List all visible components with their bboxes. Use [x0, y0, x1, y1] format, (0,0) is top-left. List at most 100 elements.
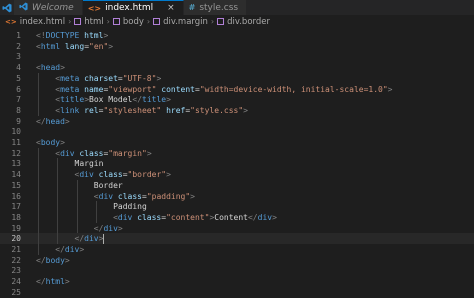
code-line[interactable]: 17 Padding — [0, 201, 474, 213]
code-token: Box Model — [89, 95, 133, 105]
line-number: 17 — [11, 202, 21, 212]
line-number: 10 — [11, 127, 21, 137]
code-line[interactable]: 19 </div> — [0, 222, 474, 234]
code-token: </ — [36, 255, 46, 265]
code-token: class — [93, 170, 123, 180]
code-token: </ — [93, 223, 104, 233]
code-token: > — [146, 148, 152, 158]
code-line[interactable]: 2 <html lang="en"> — [0, 41, 474, 52]
vscode-icon — [19, 2, 28, 13]
code-token: "width=device-width, initial-scale=1.0" — [199, 84, 388, 94]
code-line[interactable]: 14 <div class="border"> — [0, 169, 474, 181]
code-text: <link rel="stylesheet" href="style.css"> — [36, 105, 248, 116]
code-token: div — [257, 212, 273, 222]
code-token: > — [60, 138, 65, 147]
line-number: 13 — [11, 159, 21, 169]
code-token: "en" — [89, 41, 109, 51]
breadcrumb-item-div-margin[interactable]: div.margin — [153, 17, 208, 27]
code-line[interactable]: 8 <link rel="stylesheet" href="style.css… — [0, 104, 474, 116]
code-token: title — [142, 95, 167, 105]
code-token: "content" — [166, 212, 210, 222]
code-token: html — [45, 277, 65, 287]
breadcrumb-item-div-border[interactable]: div.border — [217, 17, 270, 27]
code-line[interactable]: 23 — [0, 265, 474, 276]
code-token: "padding" — [146, 191, 191, 201]
code-text: </html> — [36, 276, 70, 287]
breadcrumb-item-html[interactable]: html — [74, 17, 104, 27]
code-line[interactable]: 13 Margin — [0, 158, 474, 170]
code-line[interactable]: 11 <body> — [0, 137, 474, 148]
line-number: 3 — [16, 52, 21, 62]
tab-welcome[interactable]: Welcome — [14, 0, 83, 15]
line-number: 15 — [11, 180, 21, 190]
code-text: <meta name="viewport" content="width=dev… — [36, 84, 392, 95]
css-file-icon: # — [188, 3, 196, 12]
code-token: div — [60, 148, 75, 158]
code-line[interactable]: 1 <!DOCTYPE html> — [0, 30, 474, 41]
tab-bar: Welcome <> index.html × # style.css — [0, 0, 474, 15]
code-token: > — [64, 255, 70, 265]
code-line[interactable]: 22 </body> — [0, 255, 474, 266]
line-number: 2 — [16, 41, 21, 51]
html-file-icon: <> — [5, 17, 17, 26]
code-line[interactable]: 9 </head> — [0, 116, 474, 127]
code-token: > — [64, 277, 70, 287]
breadcrumb-item-body[interactable]: body — [112, 17, 144, 27]
code-token: Padding — [36, 202, 147, 212]
line-number: 21 — [11, 245, 21, 254]
code-token: "style.css" — [190, 105, 244, 115]
code-token: Border — [36, 180, 123, 190]
code-line[interactable]: 3 — [0, 51, 474, 62]
code-line[interactable]: 16 <div class="padding"> — [0, 190, 474, 202]
code-text: </body> — [36, 255, 70, 266]
code-line[interactable]: 15 Border — [0, 179, 474, 191]
code-token: div — [79, 170, 94, 180]
code-token: > — [79, 245, 85, 254]
breadcrumb-item-file[interactable]: <> index.html — [5, 17, 65, 27]
code-line[interactable]: 5 <meta charset="UTF-8"> — [0, 72, 474, 84]
code-token: name — [79, 84, 104, 94]
code-token: "UTF-8" — [122, 73, 157, 83]
code-text: Margin — [36, 158, 104, 169]
code-text: Border — [36, 180, 123, 191]
code-line[interactable]: 10 — [0, 126, 474, 137]
code-token: body — [45, 255, 65, 265]
code-token: body — [40, 138, 61, 147]
line-number: 14 — [11, 170, 21, 180]
code-line[interactable]: 24 </html> — [0, 276, 474, 287]
code-text: <div class="padding"> — [36, 191, 195, 202]
tab-label: index.html — [105, 3, 154, 13]
element-icon — [217, 18, 225, 25]
code-token: Content — [214, 212, 248, 222]
html-file-icon: <> — [87, 3, 102, 13]
code-line[interactable]: 12 <div class="margin"> — [0, 147, 474, 159]
code-line[interactable]: 6 <meta name="viewport" content="width=d… — [0, 83, 474, 95]
tab-index-html[interactable]: <> index.html × — [82, 0, 184, 15]
code-token: > — [103, 31, 109, 40]
code-line[interactable]: 18 <div class="content">Content</div> — [0, 211, 474, 223]
code-token: meta — [60, 73, 80, 83]
code-token: > — [64, 116, 70, 126]
code-token: </ — [74, 234, 85, 244]
code-line[interactable]: 21 </div> — [0, 244, 474, 255]
code-line[interactable]: 20 </div> — [0, 233, 474, 245]
code-token: div — [84, 234, 99, 244]
code-line[interactable]: 4 <head> — [0, 62, 474, 73]
code-token: > — [166, 170, 171, 180]
code-text: <title>Box Model</title> — [36, 94, 171, 105]
close-icon[interactable]: × — [167, 3, 175, 13]
code-token: title — [60, 95, 85, 105]
element-icon — [153, 18, 161, 25]
tab-style-css[interactable]: # style.css — [183, 0, 248, 15]
code-editor[interactable]: 1 <!DOCTYPE html> 2 <html lang="en"> 3 4 <head… — [0, 28, 474, 298]
code-line[interactable]: 7 <title>Box Model</title> — [0, 94, 474, 106]
code-token: class — [132, 212, 162, 222]
code-token: html — [79, 31, 104, 40]
code-line[interactable]: 25 — [0, 287, 474, 298]
